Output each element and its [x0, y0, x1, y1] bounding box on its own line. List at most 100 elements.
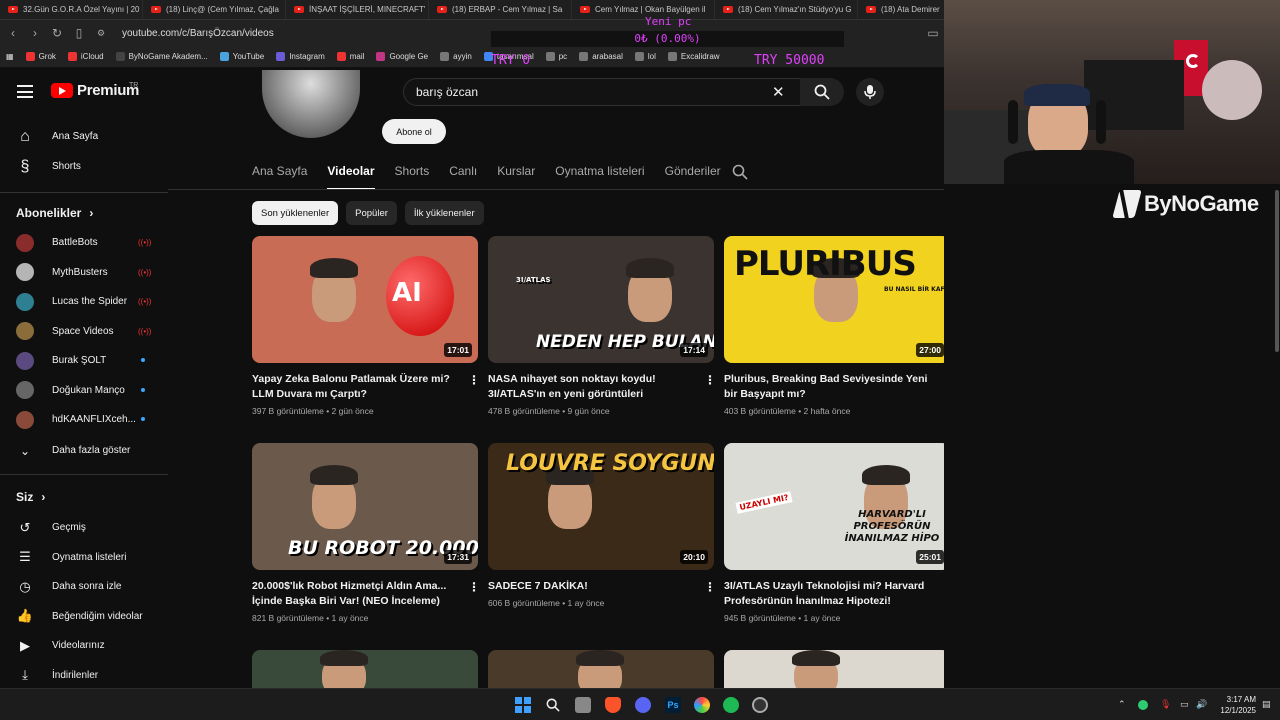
- sort-chip[interactable]: İlk yüklenenler: [404, 201, 484, 225]
- video-card-peek[interactable]: [724, 650, 950, 688]
- bookmark-item[interactable]: lol: [634, 52, 656, 61]
- youtube-premium-logo[interactable]: Premium TR: [51, 82, 139, 99]
- site-settings-icon[interactable]: ⚙: [94, 28, 108, 39]
- channel-search-icon[interactable]: [732, 164, 748, 180]
- video-thumbnail[interactable]: [488, 650, 714, 688]
- bookmark-item[interactable]: ayyin: [440, 52, 472, 61]
- you-heading[interactable]: Siz ›: [16, 490, 45, 504]
- sidebar-item-you[interactable]: ☰ Oynatma listeleri: [0, 543, 168, 572]
- video-thumbnail[interactable]: HARVARD'LI PROFESÖRÜN İNANILMAZ HİPO UZAY…: [724, 443, 950, 570]
- cast-icon[interactable]: ▭: [926, 26, 940, 40]
- more-options-icon[interactable]: ⋮: [704, 581, 716, 593]
- apps-icon[interactable]: ▦: [6, 52, 14, 61]
- browser-tab[interactable]: 32.Gün G.O.R.A Özel Yayını | 20: [0, 0, 143, 19]
- bookmark-item[interactable]: pc: [545, 52, 567, 61]
- browser-tab[interactable]: Cem Yılmaz | Okan Bayülgen il: [572, 0, 715, 19]
- url-input[interactable]: youtube.com/c/BarışÖzcan/videos: [122, 28, 274, 39]
- menu-icon[interactable]: [17, 85, 33, 98]
- video-thumbnail[interactable]: PLURIBUS BU NASIL BİR KAFA? 27:00: [724, 236, 950, 363]
- page-scrollbar[interactable]: [1275, 190, 1279, 352]
- channel-tab[interactable]: Oynatma listeleri: [555, 157, 644, 190]
- taskbar-search-icon[interactable]: [545, 697, 561, 713]
- sidebar-item-you[interactable]: ⤓ İndirilenler: [0, 661, 168, 690]
- video-title[interactable]: Pluribus, Breaking Bad Seviyesinde Yeni …: [724, 372, 929, 401]
- clock[interactable]: 3:17 AM 12/1/2025: [1212, 694, 1256, 716]
- video-thumbnail[interactable]: AI 17:01: [252, 236, 478, 363]
- reload-icon[interactable]: ↻: [50, 26, 64, 40]
- bookmark-item[interactable]: YouTube: [219, 52, 264, 61]
- bookmark-item[interactable]: ByNoGame Akadem...: [115, 52, 208, 61]
- show-more-button[interactable]: ⌄ Daha fazla göster: [0, 436, 168, 465]
- browser-tab[interactable]: İNŞAAT İŞÇİLERİ, MINECRAFT': [286, 0, 429, 19]
- subscribe-button[interactable]: Abone ol: [382, 119, 446, 144]
- search-input[interactable]: barış özcan: [403, 78, 803, 106]
- sidebar-item-you[interactable]: ↺ Geçmiş: [0, 513, 168, 542]
- tray-status-icon[interactable]: [1138, 700, 1148, 710]
- brave-browser-icon[interactable]: [605, 697, 621, 713]
- bookmark-item[interactable]: Grok: [25, 52, 56, 61]
- voice-search-button[interactable]: [856, 78, 884, 106]
- sidebar-item-you[interactable]: ▶ Videolarınız: [0, 631, 168, 660]
- subscription-item[interactable]: hdKAANFLIXceh...: [0, 405, 168, 434]
- subscription-item[interactable]: Burak ŞOLT: [0, 346, 168, 375]
- sidebar-item-shorts[interactable]: § Shorts: [0, 152, 168, 181]
- video-card[interactable]: LOUVRE SOYGUNU 20:10 SADECE 7 DAKİKA! 606 B…: [488, 443, 716, 608]
- browser-tab[interactable]: (18) ERBAP - Cem Yılmaz | Sa: [429, 0, 572, 19]
- subscription-item[interactable]: MythBusters ((•)): [0, 258, 168, 287]
- browser-tab[interactable]: (18) Ata Demirer: [858, 0, 944, 19]
- sidebar-item-you[interactable]: 👍 Beğendiğim videolar: [0, 602, 168, 631]
- video-thumbnail[interactable]: LOUVRE SOYGUNU 20:10: [488, 443, 714, 570]
- windows-start-icon[interactable]: [515, 697, 531, 713]
- video-card[interactable]: HARVARD'LI PROFESÖRÜN İNANILMAZ HİPO UZAY…: [724, 443, 952, 623]
- sidebar-item-you[interactable]: ◷ Daha sonra izle: [0, 572, 168, 601]
- channel-tab[interactable]: Shorts: [395, 157, 430, 190]
- channel-tab[interactable]: Canlı: [449, 157, 477, 190]
- channel-tab[interactable]: Videolar: [327, 157, 375, 190]
- video-title[interactable]: Yapay Zeka Balonu Patlamak Üzere mi? LLM…: [252, 372, 457, 401]
- more-options-icon[interactable]: ⋮: [704, 374, 716, 386]
- video-title[interactable]: SADECE 7 DAKİKA!: [488, 579, 693, 594]
- clear-search-icon[interactable]: ✕: [772, 83, 785, 101]
- discord-icon[interactable]: [635, 697, 651, 713]
- bookmark-item[interactable]: Instagram: [276, 52, 325, 61]
- channel-avatar[interactable]: [262, 70, 360, 138]
- video-thumbnail[interactable]: [724, 650, 950, 688]
- bookmark-item[interactable]: Google Ge: [376, 52, 428, 61]
- forward-icon[interactable]: ›: [28, 26, 42, 40]
- tray-expand-icon[interactable]: ⌃: [1118, 699, 1126, 710]
- subscription-item[interactable]: Space Videos ((•)): [0, 317, 168, 346]
- video-card[interactable]: NEDEN HEP BULANIK?3I/ATLAS17:14 NASA niha…: [488, 236, 716, 416]
- network-icon[interactable]: ▭: [1180, 699, 1189, 710]
- bookmark-icon[interactable]: ▯: [72, 26, 86, 40]
- file-explorer-icon[interactable]: [575, 697, 591, 713]
- bookmark-item[interactable]: arabasal: [579, 52, 623, 61]
- video-card[interactable]: PLURIBUS BU NASIL BİR KAFA? 27:00 Pluribus,…: [724, 236, 952, 416]
- sort-chip[interactable]: Popüler: [346, 201, 397, 225]
- browser-tab[interactable]: (18) Cem Yılmaz'ın Stüdyo'yu G: [715, 0, 858, 19]
- video-title[interactable]: NASA nihayet son noktayı koydu! 3I/ATLAS…: [488, 372, 693, 401]
- color-app-icon[interactable]: [694, 697, 710, 713]
- subscription-item[interactable]: Lucas the Spider ((•)): [0, 287, 168, 316]
- sidebar-item-home[interactable]: ⌂ Ana Sayfa: [0, 122, 168, 151]
- more-options-icon[interactable]: ⋮: [468, 374, 480, 386]
- channel-tab[interactable]: Kurslar: [497, 157, 535, 190]
- browser-tab[interactable]: (18) Linç@ (Cem Yılmaz, Çağla: [143, 0, 286, 19]
- bookmark-item[interactable]: iCloud: [67, 52, 104, 61]
- video-card[interactable]: AI 17:01 Yapay Zeka Balonu Patlamak Üzere …: [252, 236, 480, 416]
- bookmark-item[interactable]: mail: [336, 52, 364, 61]
- settings-app-icon[interactable]: [752, 697, 768, 713]
- video-thumbnail[interactable]: NEDEN HEP BULANIK?3I/ATLAS17:14: [488, 236, 714, 363]
- video-title[interactable]: 20.000$'lık Robot Hizmetçi Aldın Ama... …: [252, 579, 457, 608]
- video-title[interactable]: 3I/ATLAS Uzaylı Teknolojisi mi? Harvard …: [724, 579, 929, 608]
- back-icon[interactable]: ‹: [6, 26, 20, 40]
- subscription-item[interactable]: BattleBots ((•)): [0, 228, 168, 257]
- channel-tab[interactable]: Gönderiler: [665, 157, 721, 190]
- bookmark-item[interactable]: Excalidraw: [667, 52, 720, 61]
- subscriptions-heading[interactable]: Abonelikler ›: [16, 206, 93, 220]
- tray-mic-icon[interactable]: 🎙: [1160, 699, 1171, 710]
- search-button[interactable]: [800, 78, 844, 106]
- subscription-item[interactable]: Doğukan Manço: [0, 376, 168, 405]
- video-card[interactable]: BU ROBOT 20.000$ 17:31 20.000$'lık Robot H…: [252, 443, 480, 623]
- spotify-icon[interactable]: [723, 697, 739, 713]
- sort-chip[interactable]: Son yüklenenler: [252, 201, 339, 225]
